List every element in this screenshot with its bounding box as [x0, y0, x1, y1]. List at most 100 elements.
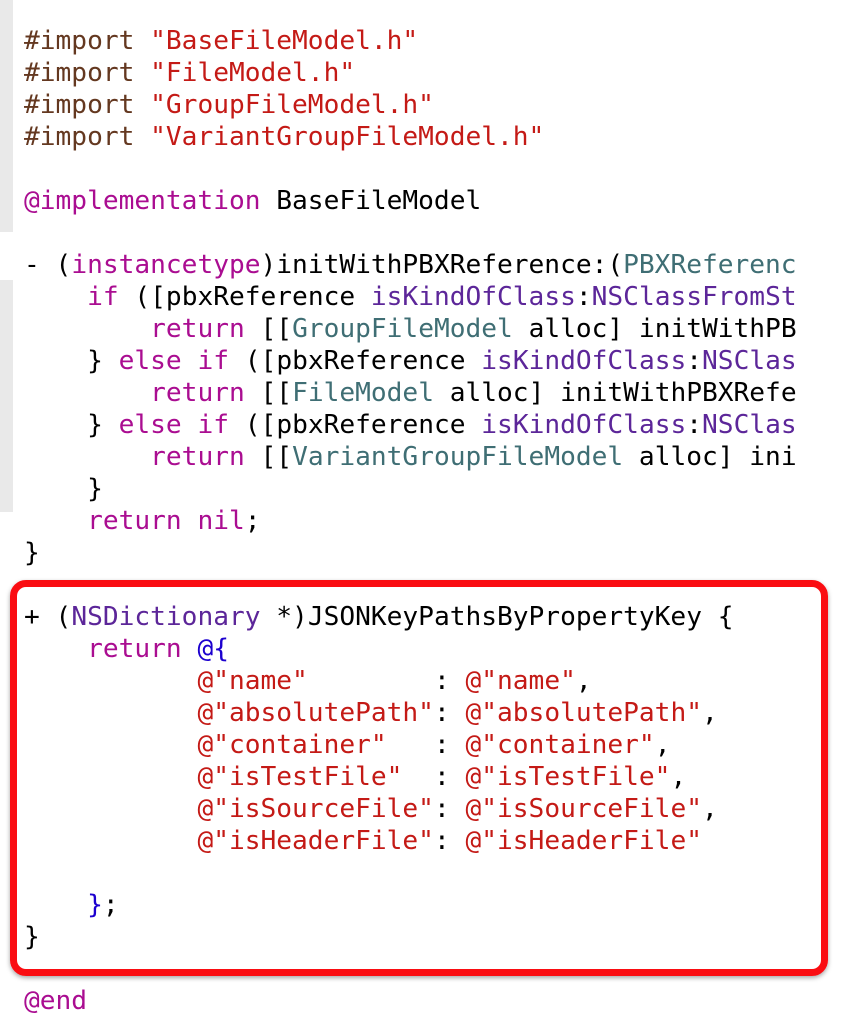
code-token-plain: : — [402, 762, 466, 792]
code-token-keyword: else — [118, 410, 182, 440]
code-line: + (NSDictionary *)JSONKeyPathsByProperty… — [24, 601, 734, 633]
code-token-brace-blue: } — [87, 890, 103, 920]
code-token-plain: BaseFileModel — [260, 186, 482, 216]
code-token-brace-blue: @{ — [197, 634, 230, 664]
code-token-type: NSClas — [702, 346, 797, 376]
code-token-string: "VariantGroupFileModel.h" — [150, 122, 545, 152]
code-token-keyword: else — [118, 346, 182, 376]
code-token-plain: , — [701, 698, 718, 728]
code-line: @"isTestFile" : @"isTestFile", — [24, 761, 686, 793]
code-token-string: @"name" — [197, 666, 308, 696]
gutter-change-bar — [0, 0, 13, 232]
code-token-type: isKindOfClass — [370, 282, 576, 312]
code-token-directive: #import — [24, 58, 151, 88]
code-token-plain: , — [670, 762, 687, 792]
code-token-string: @"isTestFile" — [197, 762, 403, 792]
code-line: @"absolutePath": @"absolutePath", — [24, 697, 718, 729]
code-token-type: isKindOfClass — [481, 410, 687, 440]
code-token-directive: #import — [24, 122, 151, 152]
code-token-plain: : — [686, 346, 703, 376]
code-token-string: @"isTestFile" — [465, 762, 671, 792]
code-line: return @{ — [24, 633, 229, 665]
code-token-plain: : — [433, 698, 466, 728]
code-token-project-class: PBXReferenc — [623, 250, 797, 280]
code-token-keyword: instancetype — [71, 250, 261, 280]
code-token-plain: , — [654, 730, 671, 760]
code-line: @implementation BaseFileModel — [24, 185, 481, 217]
code-token-project-class: FileModel — [292, 378, 434, 408]
code-token-plain: alloc] ini — [623, 442, 797, 472]
code-token-plain: , — [575, 666, 592, 696]
code-token-plain: ; — [244, 506, 261, 536]
code-token-keyword: return — [87, 634, 182, 664]
code-token-string: "GroupFileModel.h" — [150, 90, 434, 120]
code-token-string: "FileModel.h" — [150, 58, 356, 88]
code-token-keyword: return — [150, 314, 245, 344]
code-token-plain: ; — [102, 890, 119, 920]
code-token-keyword: @end — [24, 986, 88, 1014]
code-line: @"name" : @"name", — [24, 665, 592, 697]
code-token-keyword: @implementation — [24, 186, 261, 216]
code-token-plain: [[ — [244, 442, 293, 472]
code-line: #import "FileModel.h" — [24, 57, 355, 89]
code-token-type: NSDictionary — [71, 602, 261, 632]
code-token-plain: ([pbxReference — [118, 282, 371, 312]
code-line: return [[FileModel alloc] initWithPBXRef… — [24, 377, 796, 409]
code-token-string: "BaseFileModel.h" — [150, 26, 419, 56]
code-token-plain: : — [433, 794, 466, 824]
code-line: }; — [24, 889, 119, 921]
code-line: } else if ([pbxReference isKindOfClass:N… — [24, 409, 797, 441]
code-token-string: @"isHeaderFile" — [465, 826, 702, 856]
code-token-string: @"name" — [465, 666, 576, 696]
code-token-keyword: if — [197, 410, 230, 440]
code-token-plain: , — [701, 794, 718, 824]
code-token-plain: + ( — [24, 602, 72, 632]
code-token-keyword: return — [150, 378, 245, 408]
code-token-string: @"absolutePath" — [465, 698, 702, 728]
code-token-string: @"container" — [465, 730, 655, 760]
code-token-string: @"isHeaderFile" — [197, 826, 434, 856]
code-token-project-class: GroupFileModel — [292, 314, 513, 344]
code-line: } else if ([pbxReference isKindOfClass:N… — [24, 345, 797, 377]
code-token-string: @"absolutePath" — [197, 698, 434, 728]
code-token-plain: : — [575, 282, 592, 312]
code-line: return [[VariantGroupFileModel alloc] in… — [24, 441, 797, 473]
code-token-plain: } — [24, 922, 40, 952]
code-line: return [[GroupFileModel alloc] initWithP… — [24, 313, 796, 345]
code-token-string: @"isSourceFile" — [465, 794, 702, 824]
code-token-plain: - ( — [24, 250, 72, 280]
code-token-plain: } — [24, 346, 119, 376]
code-token-keyword: if — [87, 282, 119, 312]
code-line: if ([pbxReference isKindOfClass:NSClassF… — [24, 281, 797, 313]
code-token-plain: : — [307, 666, 466, 696]
code-line: } — [24, 537, 40, 569]
code-token-plain: } — [24, 410, 119, 440]
code-token-type: isKindOfClass — [481, 346, 687, 376]
code-line: } — [24, 473, 103, 505]
code-editor[interactable]: #import "BaseFileModel.h" #import "FileMo… — [0, 0, 850, 1014]
code-token-type: NSClassFromSt — [591, 282, 797, 312]
code-line: @"isSourceFile": @"isSourceFile", — [24, 793, 718, 825]
code-line: return nil; — [24, 505, 261, 537]
code-token-keyword: if — [197, 346, 230, 376]
code-line: @"container" : @"container", — [24, 729, 670, 761]
code-line: #import "BaseFileModel.h" — [24, 25, 418, 57]
code-token-keyword: nil — [197, 506, 245, 536]
gutter-change-bar — [0, 280, 13, 512]
code-token-project-class: VariantGroupFileModel — [292, 442, 624, 472]
code-token-string: @"isSourceFile" — [197, 794, 434, 824]
code-line: #import "GroupFileModel.h" — [24, 89, 434, 121]
